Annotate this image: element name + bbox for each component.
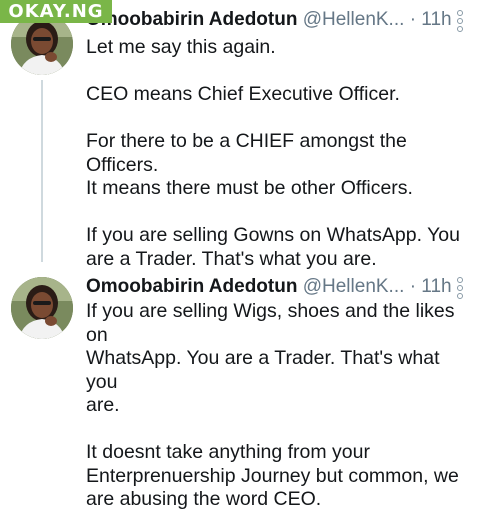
- separator-dot: ·: [409, 276, 417, 297]
- tweet[interactable]: Omoobabirin Adedotun @HellenK... · 11h L…: [0, 0, 485, 270]
- tweet-paragraph: It doesnt take anything from your Enterp…: [86, 441, 459, 510]
- avatar-photo: [11, 277, 73, 339]
- tweet-timestamp[interactable]: 11h: [421, 9, 451, 30]
- tweet-paragraph: Let me say this again.: [86, 36, 276, 58]
- tweet-text: Let me say this again. CEO means Chief E…: [86, 36, 475, 271]
- tweet-paragraph: For there to be a CHIEF amongst the Offi…: [86, 130, 413, 199]
- tweet-header: Omoobabirin Adedotun @HellenK... · 11h: [86, 7, 485, 33]
- avatar[interactable]: [11, 277, 73, 339]
- user-handle[interactable]: @HellenK...: [303, 276, 405, 297]
- tweet-header: Omoobabirin Adedotun @HellenK... · 11h: [86, 274, 485, 300]
- tweet-text: If you are selling Wigs, shoes and the l…: [86, 300, 475, 512]
- tweet-timestamp[interactable]: 11h: [421, 276, 451, 297]
- separator-dot: ·: [409, 9, 417, 30]
- tweet-paragraph: CEO means Chief Executive Officer.: [86, 83, 400, 105]
- tweet-paragraph: If you are selling Wigs, shoes and the l…: [86, 300, 455, 416]
- display-name[interactable]: Omoobabirin Adedotun: [86, 276, 297, 297]
- more-options-icon[interactable]: [457, 277, 463, 299]
- user-handle[interactable]: @HellenK...: [303, 9, 405, 30]
- okay-ng-watermark-logo: OKAY.NG: [0, 0, 112, 23]
- thread-connector-line: [41, 80, 43, 262]
- more-options-icon[interactable]: [457, 10, 463, 32]
- tweet[interactable]: Omoobabirin Adedotun @HellenK... · 11h I…: [0, 262, 485, 510]
- display-name[interactable]: Omoobabirin Adedotun: [86, 9, 297, 30]
